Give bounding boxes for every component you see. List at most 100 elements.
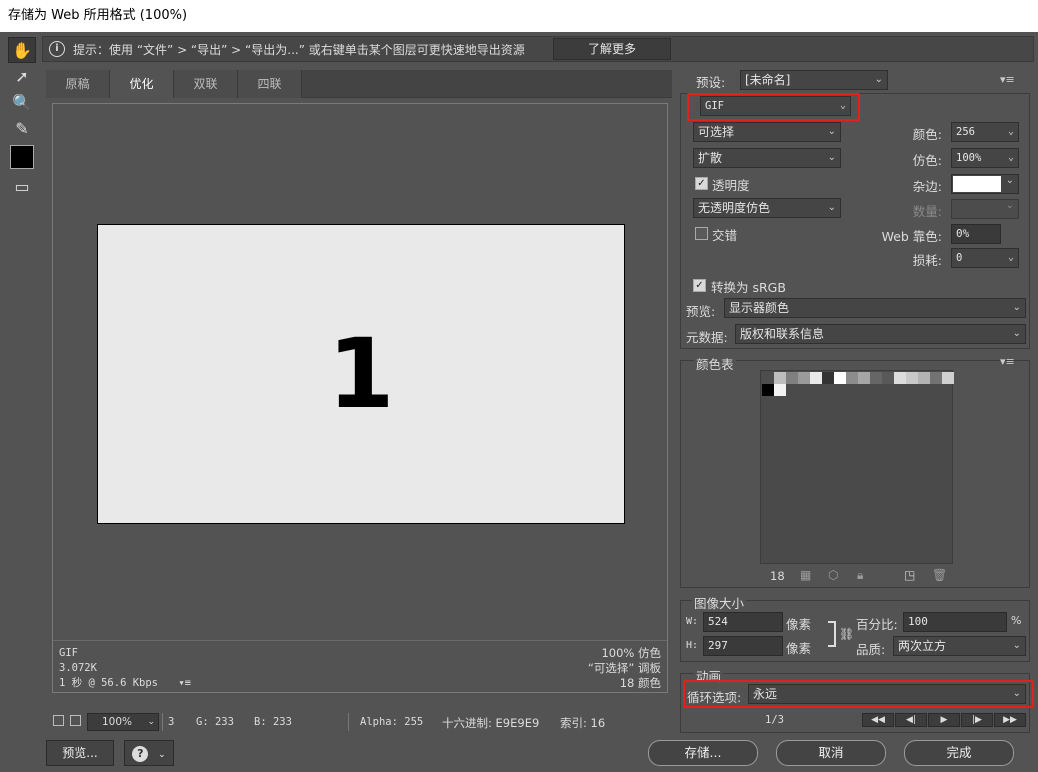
chevron-down-icon: ⌄ — [1007, 126, 1014, 137]
lossy-value: 0 — [956, 252, 963, 264]
color-swatch-cell[interactable] — [882, 372, 894, 384]
eyedropper-icon[interactable]: ✎ — [8, 115, 36, 141]
info-format: GIF — [59, 647, 78, 659]
color-swatch-cell[interactable] — [870, 372, 882, 384]
tab-optimized[interactable]: 优化 — [110, 70, 174, 98]
convert-srgb-label: 转换为 sRGB — [711, 280, 786, 295]
preview-mode-select[interactable]: 显示器颜色 ⌄ — [724, 298, 1026, 318]
hand-icon[interactable]: ✋ — [8, 37, 36, 63]
last-frame-button[interactable]: ▶▶ — [994, 713, 1026, 727]
info-colors: 18 颜色 — [619, 676, 661, 690]
color-swatch-cell[interactable] — [786, 372, 798, 384]
new-color-icon[interactable]: ◳ — [904, 568, 915, 582]
percent-unit: % — [1011, 614, 1022, 627]
width-input[interactable]: 524 — [703, 612, 783, 632]
format-select[interactable]: GIF ⌄ — [700, 96, 851, 116]
info-download-time: 1 秒 @ 56.6 Kbps — [59, 677, 159, 689]
info-icon: i — [49, 41, 65, 57]
zoom-in-button[interactable] — [70, 715, 81, 729]
metadata-select[interactable]: 版权和联系信息 ⌄ — [735, 324, 1026, 344]
color-swatch-cell[interactable] — [834, 372, 846, 384]
color-swatch-cell[interactable] — [894, 372, 906, 384]
zoom-select[interactable]: 100% ⌄ — [87, 713, 159, 731]
slice-select-icon[interactable]: ➚ — [8, 63, 36, 89]
dither-algorithm-select[interactable]: 扩散 ⌄ — [693, 148, 841, 168]
percent-input[interactable]: 100 — [903, 612, 1007, 632]
color-swatch-cell[interactable] — [858, 372, 870, 384]
web-shift-icon[interactable]: ▦ — [800, 568, 811, 582]
color-table-grid[interactable] — [760, 370, 954, 564]
amount-label: 数量: — [912, 204, 942, 219]
height-input[interactable]: 297 — [703, 636, 783, 656]
color-swatch-cell[interactable] — [810, 372, 822, 384]
color-swatch-cell[interactable] — [774, 384, 786, 396]
tab-2up[interactable]: 双联 — [174, 70, 238, 98]
chevron-down-icon: ⌄ — [1012, 302, 1021, 313]
chevron-down-icon: ⌄ — [839, 100, 846, 111]
link-icon[interactable]: ⛓︎ — [839, 627, 854, 641]
matte-select[interactable]: ⌄ — [951, 174, 1019, 194]
next-frame-button[interactable]: |▶ — [961, 713, 993, 727]
play-button[interactable]: ▶ — [928, 713, 960, 727]
metadata-value: 版权和联系信息 — [740, 327, 825, 341]
learn-more-button[interactable]: 了解更多 — [553, 38, 671, 60]
tab-4up[interactable]: 四联 — [238, 70, 302, 98]
color-swatch-cell[interactable] — [798, 372, 810, 384]
dither-select[interactable]: 100% ⌄ — [951, 148, 1019, 168]
download-menu-icon[interactable]: ▾≡ — [178, 677, 191, 689]
status-green: G: 233 — [196, 716, 234, 728]
lock-icon[interactable]: 🔒︎ — [857, 568, 863, 583]
zoom-icon[interactable]: 🔍 — [8, 89, 36, 115]
help-button[interactable]: ? ⌄ — [124, 740, 174, 766]
save-button[interactable]: 存储... — [648, 740, 758, 766]
done-button[interactable]: 完成 — [904, 740, 1014, 766]
toggle-slices-icon[interactable]: ▭ — [8, 173, 36, 199]
preview-viewport[interactable]: 1 GIF 3.072K 1 秒 @ 56.6 Kbps ▾≡ 100% 仿色 … — [52, 103, 668, 693]
preset-label: 预设: — [696, 75, 726, 90]
matte-dither-select[interactable]: 无透明度仿色 ⌄ — [693, 198, 841, 218]
color-swatch-cell[interactable] — [762, 372, 774, 384]
lossy-select[interactable]: 0 ⌄ — [951, 248, 1019, 268]
convert-srgb-checkbox[interactable]: ✓ — [693, 279, 706, 292]
color-swatch[interactable] — [10, 145, 34, 169]
percent-label: 百分比: — [856, 617, 898, 632]
prev-frame-button[interactable]: ◀| — [895, 713, 927, 727]
trash-icon[interactable]: 🗑︎ — [932, 568, 947, 582]
cube-icon[interactable]: ⬡ — [828, 568, 838, 582]
info-dither: 100% 仿色 — [601, 646, 661, 660]
websnap-label: Web 靠色: — [881, 229, 942, 244]
color-swatch-cell[interactable] — [906, 372, 918, 384]
colors-select[interactable]: 256 ⌄ — [951, 122, 1019, 142]
tab-original[interactable]: 原稿 — [46, 70, 110, 98]
preset-value: [未命名] — [745, 73, 791, 87]
status-divider — [348, 713, 349, 731]
quality-select[interactable]: 两次立方 ⌄ — [893, 636, 1026, 656]
preset-select[interactable]: [未命名] ⌄ — [740, 70, 888, 90]
chevron-down-icon: ⌄ — [827, 126, 836, 137]
color-swatch-cell[interactable] — [822, 372, 834, 384]
interlace-checkbox[interactable] — [695, 227, 708, 240]
chevron-down-icon: ⌄ — [158, 750, 166, 760]
color-swatch-cell[interactable] — [930, 372, 942, 384]
transparency-checkbox[interactable]: ✓ — [695, 177, 708, 190]
loop-label: 循环选项: — [687, 690, 742, 705]
preset-menu-icon[interactable]: ▾≡ — [1000, 73, 1015, 86]
websnap-input[interactable]: 0% — [951, 224, 1001, 244]
color-table-title: 颜色表 — [694, 354, 736, 373]
cancel-button[interactable]: 取消 — [776, 740, 886, 766]
color-swatch-cell[interactable] — [846, 372, 858, 384]
zoom-out-button[interactable] — [53, 715, 64, 729]
color-swatch-cell[interactable] — [942, 372, 954, 384]
loop-select[interactable]: 永远 ⌄ — [748, 684, 1026, 704]
reduction-select[interactable]: 可选择 ⌄ — [693, 122, 841, 142]
color-swatch-cell[interactable] — [918, 372, 930, 384]
preview-image: 1 — [97, 224, 625, 524]
lossy-label: 损耗: — [912, 253, 942, 268]
color-table-menu-icon[interactable]: ▾≡ — [1000, 355, 1015, 368]
first-frame-button[interactable]: ◀◀ — [862, 713, 894, 727]
preview-browser-button[interactable]: 预览... — [46, 740, 114, 766]
color-table-cells — [762, 372, 954, 398]
color-swatch-cell[interactable] — [774, 372, 786, 384]
format-value: GIF — [705, 100, 724, 112]
color-swatch-cell[interactable] — [762, 384, 774, 396]
